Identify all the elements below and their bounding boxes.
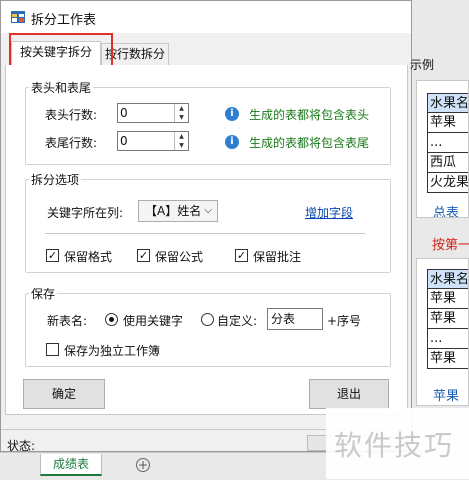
- example-cell: 西瓜: [427, 153, 468, 173]
- example-cell: 苹果: [427, 289, 468, 309]
- spin-down-icon[interactable]: ▼: [175, 141, 188, 150]
- example-cell: 水果名: [427, 93, 468, 113]
- title-bar: 拆分工作表: [1, 1, 411, 33]
- window-title: 拆分工作表: [31, 13, 97, 28]
- example-sheet-tab-total: 总表: [433, 206, 460, 218]
- header-footer-group-title: 表头和表尾: [29, 79, 94, 96]
- example-cell: 苹果: [427, 309, 468, 329]
- example-title: 示例: [410, 58, 435, 72]
- ok-button-label: 确定: [51, 387, 76, 401]
- spin-up-icon[interactable]: ▲: [175, 132, 188, 141]
- footer-rows-spinner[interactable]: ▲ ▼: [174, 132, 188, 150]
- info-icon: i: [225, 135, 239, 149]
- keyword-column-value: 【A】姓名: [145, 204, 202, 218]
- example-result-preview: 水果名 苹果 苹果 ... 苹果 苹果: [416, 258, 469, 406]
- keyword-column-label: 关键字所在列:: [47, 206, 124, 220]
- example-cell: ...: [427, 133, 468, 153]
- example-cell: 苹果: [427, 349, 468, 369]
- spin-up-icon[interactable]: ▲: [175, 104, 188, 113]
- footer-rows-label: 表尾行数:: [45, 136, 98, 150]
- app-icon: [11, 11, 25, 23]
- keep-formula-label: 保留公式: [155, 250, 204, 264]
- new-name-label: 新表名:: [47, 314, 88, 328]
- ok-button[interactable]: 确定: [23, 379, 105, 409]
- exit-button[interactable]: 退出: [309, 379, 389, 409]
- example-source-preview: 水果名 苹果 ... 西瓜 火龙果 总表: [416, 80, 469, 218]
- split-worksheet-dialog: 拆分工作表 按关键字拆分 按行数拆分 表头和表尾 表头行数: 0 ▲ ▼ i 生…: [0, 0, 412, 453]
- custom-name-radio[interactable]: [201, 313, 214, 326]
- custom-name-input[interactable]: 分表: [267, 308, 323, 330]
- footer-hint: 生成的表都将包含表尾: [249, 136, 370, 150]
- watermark-text: 软件技巧: [334, 429, 455, 462]
- example-cell: 苹果: [427, 113, 468, 133]
- header-rows-label: 表头行数:: [45, 108, 98, 122]
- separate-workbook-checkbox[interactable]: [46, 343, 59, 356]
- keep-format-label: 保留格式: [64, 250, 113, 264]
- custom-name-label: 自定义:: [217, 314, 258, 328]
- keep-formula-checkbox[interactable]: ✓: [137, 249, 150, 262]
- example-cell: 火龙果: [427, 173, 468, 193]
- exit-button-label: 退出: [336, 387, 361, 401]
- split-options-group-title: 拆分选项: [29, 171, 82, 188]
- example-arrow-text: 按第一: [432, 238, 469, 253]
- header-footer-group: [25, 87, 391, 165]
- keep-comment-checkbox[interactable]: ✓: [235, 249, 248, 262]
- chevron-down-icon: ⌵: [204, 205, 212, 216]
- save-group-title: 保存: [29, 285, 58, 302]
- example-cell: 水果名: [427, 269, 468, 289]
- header-rows-value: 0: [120, 106, 128, 120]
- sequence-suffix-label: +序号: [327, 314, 362, 328]
- options-divider: [45, 233, 365, 234]
- header-rows-spinner[interactable]: ▲ ▼: [174, 104, 188, 122]
- separate-workbook-label: 保存为独立工作簿: [64, 344, 161, 358]
- header-rows-input[interactable]: 0 ▲ ▼: [117, 103, 189, 123]
- add-field-link[interactable]: 增加字段: [305, 204, 353, 221]
- footer-rows-value: 0: [120, 134, 128, 148]
- keep-comment-label: 保留批注: [253, 250, 302, 264]
- custom-name-value: 分表: [271, 312, 296, 326]
- header-hint: 生成的表都将包含表头: [249, 108, 370, 122]
- add-sheet-icon[interactable]: +: [136, 458, 150, 472]
- sheet-tab-label: 成绩表: [52, 457, 89, 471]
- sheet-tab-active[interactable]: 成绩表: [40, 454, 102, 476]
- tab-row-count-split-label: 按行数拆分: [104, 47, 165, 61]
- example-cell: ...: [427, 329, 468, 349]
- info-icon: i: [225, 107, 239, 121]
- spin-down-icon[interactable]: ▼: [175, 113, 188, 122]
- use-keyword-radio[interactable]: [105, 313, 118, 326]
- use-keyword-label: 使用关键字: [123, 314, 184, 328]
- footer-rows-input[interactable]: 0 ▲ ▼: [117, 131, 189, 151]
- keep-format-checkbox[interactable]: ✓: [46, 249, 59, 262]
- keyword-column-select[interactable]: 【A】姓名 ⌵: [138, 200, 218, 222]
- example-sheet-tab-apple: 苹果: [433, 389, 460, 404]
